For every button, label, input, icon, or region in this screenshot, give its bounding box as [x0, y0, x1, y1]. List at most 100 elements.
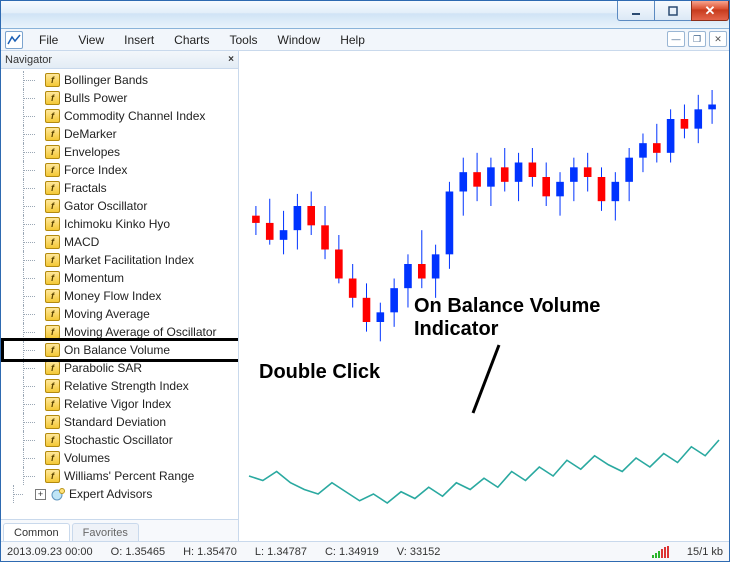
workarea: Navigator × fBollinger BandsfBulls Power… [1, 51, 729, 541]
menu-view[interactable]: View [68, 31, 114, 49]
indicator-label: Moving Average of Oscillator [64, 325, 217, 339]
navigator-title: Navigator [5, 54, 52, 66]
indicator-label: Stochastic Oscillator [64, 433, 173, 447]
indicator-label: Bulls Power [64, 91, 127, 105]
tree-node-expert-advisors[interactable]: + Expert Advisors [1, 485, 238, 503]
annotation-obv-title: On Balance Volume Indicator [414, 295, 600, 341]
indicator-icon: f [45, 325, 60, 339]
indicator-item[interactable]: fForce Index [1, 161, 238, 179]
menu-window[interactable]: Window [268, 31, 331, 49]
indicator-item[interactable]: fStandard Deviation [1, 413, 238, 431]
indicator-icon: f [45, 397, 60, 411]
indicator-item[interactable]: f Parabolic SAR [1, 359, 238, 377]
indicator-icon: f [45, 217, 60, 231]
indicator-item[interactable]: fGator Oscillator [1, 197, 238, 215]
indicator-label: Momentum [64, 271, 124, 285]
indicator-label: Relative Vigor Index [64, 397, 171, 411]
expand-icon[interactable]: + [35, 489, 46, 500]
navigator-header: Navigator × [1, 51, 238, 69]
indicator-icon: f [45, 451, 60, 465]
indicator-icon: f [45, 415, 60, 429]
indicator-icon: f [45, 361, 60, 375]
maximize-icon [668, 6, 678, 16]
indicator-label: Money Flow Index [64, 289, 161, 303]
indicator-icon: f [45, 469, 60, 483]
indicator-label: On Balance Volume [64, 343, 170, 357]
chart-pane[interactable]: Double Click On Balance Volume Indicator [239, 51, 729, 541]
window-maximize-button[interactable] [654, 1, 692, 21]
mdi-close-button[interactable]: ✕ [709, 31, 727, 47]
window-minimize-button[interactable] [617, 1, 655, 21]
indicator-label: Envelopes [64, 145, 120, 159]
status-close: C: 1.34919 [325, 546, 379, 558]
indicator-item[interactable]: fBollinger Bands [1, 71, 238, 89]
indicator-icon: f [45, 343, 60, 357]
indicator-label: Parabolic SAR [64, 361, 142, 375]
indicator-item[interactable]: fMACD [1, 233, 238, 251]
minimize-icon [631, 6, 641, 16]
indicator-icon: f [45, 289, 60, 303]
indicator-item[interactable]: f DeMarker [1, 125, 238, 143]
navigator-tree-scroll[interactable]: fBollinger BandsfBulls PowerfCommodity C… [1, 69, 238, 519]
indicator-icon: f [45, 271, 60, 285]
annotation-double-click: Double Click [259, 361, 380, 384]
indicator-item[interactable]: fVolumes [1, 449, 238, 467]
indicator-item[interactable]: f Williams' Percent Range [1, 467, 238, 485]
indicator-item[interactable]: f Momentum [1, 269, 238, 287]
indicator-label: Moving Average [64, 307, 150, 321]
indicator-label: Force Index [64, 163, 127, 177]
indicator-item[interactable]: fBulls Power [1, 89, 238, 107]
app-icon [5, 31, 23, 49]
indicator-icon: f [45, 145, 60, 159]
status-open: O: 1.35465 [111, 546, 165, 558]
indicator-item[interactable]: fCommodity Channel Index [1, 107, 238, 125]
status-low: L: 1.34787 [255, 546, 307, 558]
indicator-label: Commodity Channel Index [64, 109, 205, 123]
indicator-item[interactable]: f Relative Strength Index [1, 377, 238, 395]
navigator-tree: fBollinger BandsfBulls PowerfCommodity C… [1, 69, 238, 519]
menubar: FileViewInsertChartsToolsWindowHelp — ❐ … [1, 29, 729, 51]
indicator-item[interactable]: f Stochastic Oscillator [1, 431, 238, 449]
indicator-item[interactable]: f Money Flow Index [1, 287, 238, 305]
indicator-item[interactable]: f Moving Average [1, 305, 238, 323]
indicator-item[interactable]: fIchimoku Kinko Hyo [1, 215, 238, 233]
indicator-icon: f [45, 253, 60, 267]
menu-insert[interactable]: Insert [114, 31, 164, 49]
annotation-arrow [469, 343, 529, 423]
window-close-button[interactable]: ✕ [691, 1, 729, 21]
indicator-icon: f [45, 433, 60, 447]
indicator-item[interactable]: f On Balance Volume [1, 341, 238, 359]
window-controls: ✕ [618, 1, 729, 21]
menu-help[interactable]: Help [330, 31, 375, 49]
indicator-item[interactable]: f Envelopes [1, 143, 238, 161]
indicator-label: MACD [64, 235, 99, 249]
indicator-item[interactable]: f Relative Vigor Index [1, 395, 238, 413]
indicator-label: Fractals [64, 181, 107, 195]
indicator-item[interactable]: fMarket Facilitation Index [1, 251, 238, 269]
navigator-tabs: Common Favorites [1, 519, 238, 541]
indicator-icon: f [45, 181, 60, 195]
tab-favorites[interactable]: Favorites [72, 523, 139, 541]
navigator-panel: Navigator × fBollinger BandsfBulls Power… [1, 51, 239, 541]
indicator-item[interactable]: f Fractals [1, 179, 238, 197]
app-window: ✕ FileViewInsertChartsToolsWindowHelp — … [0, 0, 730, 562]
indicator-label: Relative Strength Index [64, 379, 189, 393]
indicator-label: Williams' Percent Range [64, 469, 194, 483]
tab-common[interactable]: Common [3, 523, 70, 541]
mdi-minimize-button[interactable]: — [667, 31, 685, 47]
connection-bars-icon [652, 546, 669, 558]
indicator-item[interactable]: f Moving Average of Oscillator [1, 323, 238, 341]
menu-charts[interactable]: Charts [164, 31, 219, 49]
titlebar: ✕ [1, 1, 729, 29]
indicator-icon: f [45, 379, 60, 393]
close-icon: ✕ [705, 3, 716, 19]
status-network: 15/1 kb [687, 546, 723, 558]
mdi-restore-button[interactable]: ❐ [688, 31, 706, 47]
indicator-label: DeMarker [64, 127, 117, 141]
indicator-icon: f [45, 307, 60, 321]
expert-advisors-icon [50, 487, 65, 501]
menu-file[interactable]: File [29, 31, 68, 49]
navigator-close-button[interactable]: × [228, 54, 234, 65]
menu-tools[interactable]: Tools [220, 31, 268, 49]
indicator-icon: f [45, 127, 60, 141]
